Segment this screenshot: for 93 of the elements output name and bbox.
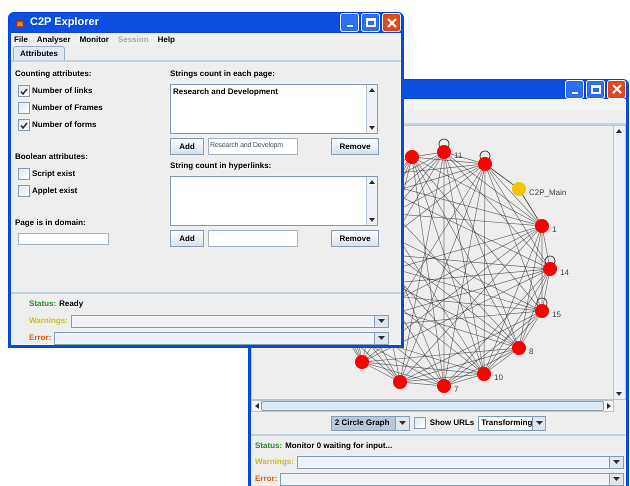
dropdown-field[interactable] xyxy=(54,332,389,344)
status-label: Status: xyxy=(29,298,56,310)
status-label: Status: xyxy=(255,440,282,452)
node-label: 7 xyxy=(454,385,458,394)
graph-node[interactable] xyxy=(512,182,526,196)
checkbox-label: Show URLs xyxy=(430,417,474,429)
close-icon xyxy=(386,18,396,28)
domain-input[interactable] xyxy=(18,233,109,245)
check-icon xyxy=(20,122,28,128)
up-arrow-icon[interactable] xyxy=(616,129,622,133)
list-item[interactable]: Research and Development xyxy=(173,86,366,98)
up-arrow-icon[interactable] xyxy=(369,88,375,92)
scrollbar[interactable] xyxy=(366,177,377,225)
up-arrow-icon[interactable] xyxy=(369,180,375,184)
dropdown-field[interactable] xyxy=(280,472,624,486)
add-button[interactable]: Add xyxy=(170,138,204,155)
node-label: 14 xyxy=(560,268,569,277)
checkbox-label: Applet exist xyxy=(32,185,78,197)
close-button[interactable] xyxy=(607,80,626,98)
minimize-button[interactable] xyxy=(565,80,584,98)
right-arrow-icon[interactable] xyxy=(606,403,610,409)
add-button[interactable]: Add xyxy=(170,230,204,247)
caret-icon xyxy=(613,460,620,464)
node-label: 15 xyxy=(552,310,561,319)
close-icon xyxy=(612,84,622,94)
checkbox[interactable] xyxy=(18,85,30,97)
section-heading: String count in hyperlinks: xyxy=(170,160,272,172)
dropdown-field[interactable] xyxy=(70,314,389,328)
maximize-button[interactable] xyxy=(586,80,605,98)
menu-item[interactable]: Monitor xyxy=(80,34,109,46)
close-button[interactable] xyxy=(382,13,401,32)
text-input[interactable] xyxy=(208,230,298,247)
section-heading: Boolean attributes: xyxy=(15,151,89,163)
graph-node[interactable] xyxy=(393,375,407,389)
field-label: Warnings: xyxy=(29,315,68,327)
string-list[interactable]: Research and Development xyxy=(170,84,378,134)
layout-dropdown[interactable]: 2 Circle Graph xyxy=(330,416,410,430)
tab[interactable]: Attributes xyxy=(13,46,65,60)
graph-node[interactable] xyxy=(437,379,451,393)
node-label: 1 xyxy=(552,225,556,234)
menu-item[interactable]: Analyser xyxy=(36,34,71,46)
caret-icon xyxy=(398,421,406,425)
remove-button[interactable]: Remove xyxy=(331,230,379,247)
left-arrow-icon[interactable] xyxy=(254,403,258,409)
caret-icon xyxy=(378,336,385,340)
app-icon xyxy=(14,16,26,29)
graph-node[interactable] xyxy=(437,145,451,159)
checkbox[interactable] xyxy=(18,119,30,131)
remove-button[interactable]: Remove xyxy=(331,138,379,155)
checkbox[interactable] xyxy=(18,185,30,197)
checkbox-label: Number of links xyxy=(32,85,92,97)
graph-node[interactable] xyxy=(355,355,369,369)
caret-icon xyxy=(378,319,385,323)
checkbox-label: Number of forms xyxy=(32,119,96,131)
dropdown-field[interactable] xyxy=(296,456,624,468)
graph-node[interactable] xyxy=(535,219,549,233)
section-heading: Strings count in each page: xyxy=(170,68,276,80)
caret-icon xyxy=(536,421,543,425)
section-heading: Counting attributes: xyxy=(15,68,92,80)
checkbox[interactable] xyxy=(414,417,426,429)
down-arrow-icon[interactable] xyxy=(369,126,375,130)
menu-item[interactable]: Help xyxy=(158,34,175,46)
graph-node[interactable] xyxy=(535,304,549,318)
caret-icon xyxy=(613,477,620,481)
status-text: Monitor 0 waiting for input... xyxy=(285,440,392,452)
section-heading: Page is in domain: xyxy=(15,217,87,229)
scrollbar[interactable] xyxy=(366,85,377,133)
minimize-button[interactable] xyxy=(340,13,359,32)
down-arrow-icon[interactable] xyxy=(369,218,375,222)
field-label: Error: xyxy=(255,473,278,485)
node-label: 8 xyxy=(529,347,534,356)
node-label: C2P_Main xyxy=(529,188,566,197)
checkbox[interactable] xyxy=(18,102,30,114)
graph-node[interactable] xyxy=(405,150,419,164)
field-label: Error: xyxy=(29,332,52,344)
field-label: Warnings: xyxy=(255,456,294,468)
graph-node[interactable] xyxy=(543,262,557,276)
graph-node[interactable] xyxy=(477,367,491,381)
graph-node[interactable] xyxy=(478,157,492,171)
status-text: Ready xyxy=(59,298,84,310)
maximize-button[interactable] xyxy=(361,13,380,32)
window-title: C2P Explorer xyxy=(30,15,99,30)
checkbox[interactable] xyxy=(18,168,30,180)
scrollbar[interactable] xyxy=(613,126,624,399)
mode-dropdown[interactable]: Transforming xyxy=(478,416,546,430)
check-icon xyxy=(20,88,28,94)
node-label: 10 xyxy=(494,373,503,382)
down-arrow-icon[interactable] xyxy=(616,392,622,396)
checkbox-label: Script exist xyxy=(32,168,76,180)
menu-item[interactable]: File xyxy=(14,34,28,46)
graph-node[interactable] xyxy=(512,341,526,355)
checkbox-label: Number of Frames xyxy=(32,102,103,114)
horizontal-scrollbar[interactable] xyxy=(251,400,614,412)
